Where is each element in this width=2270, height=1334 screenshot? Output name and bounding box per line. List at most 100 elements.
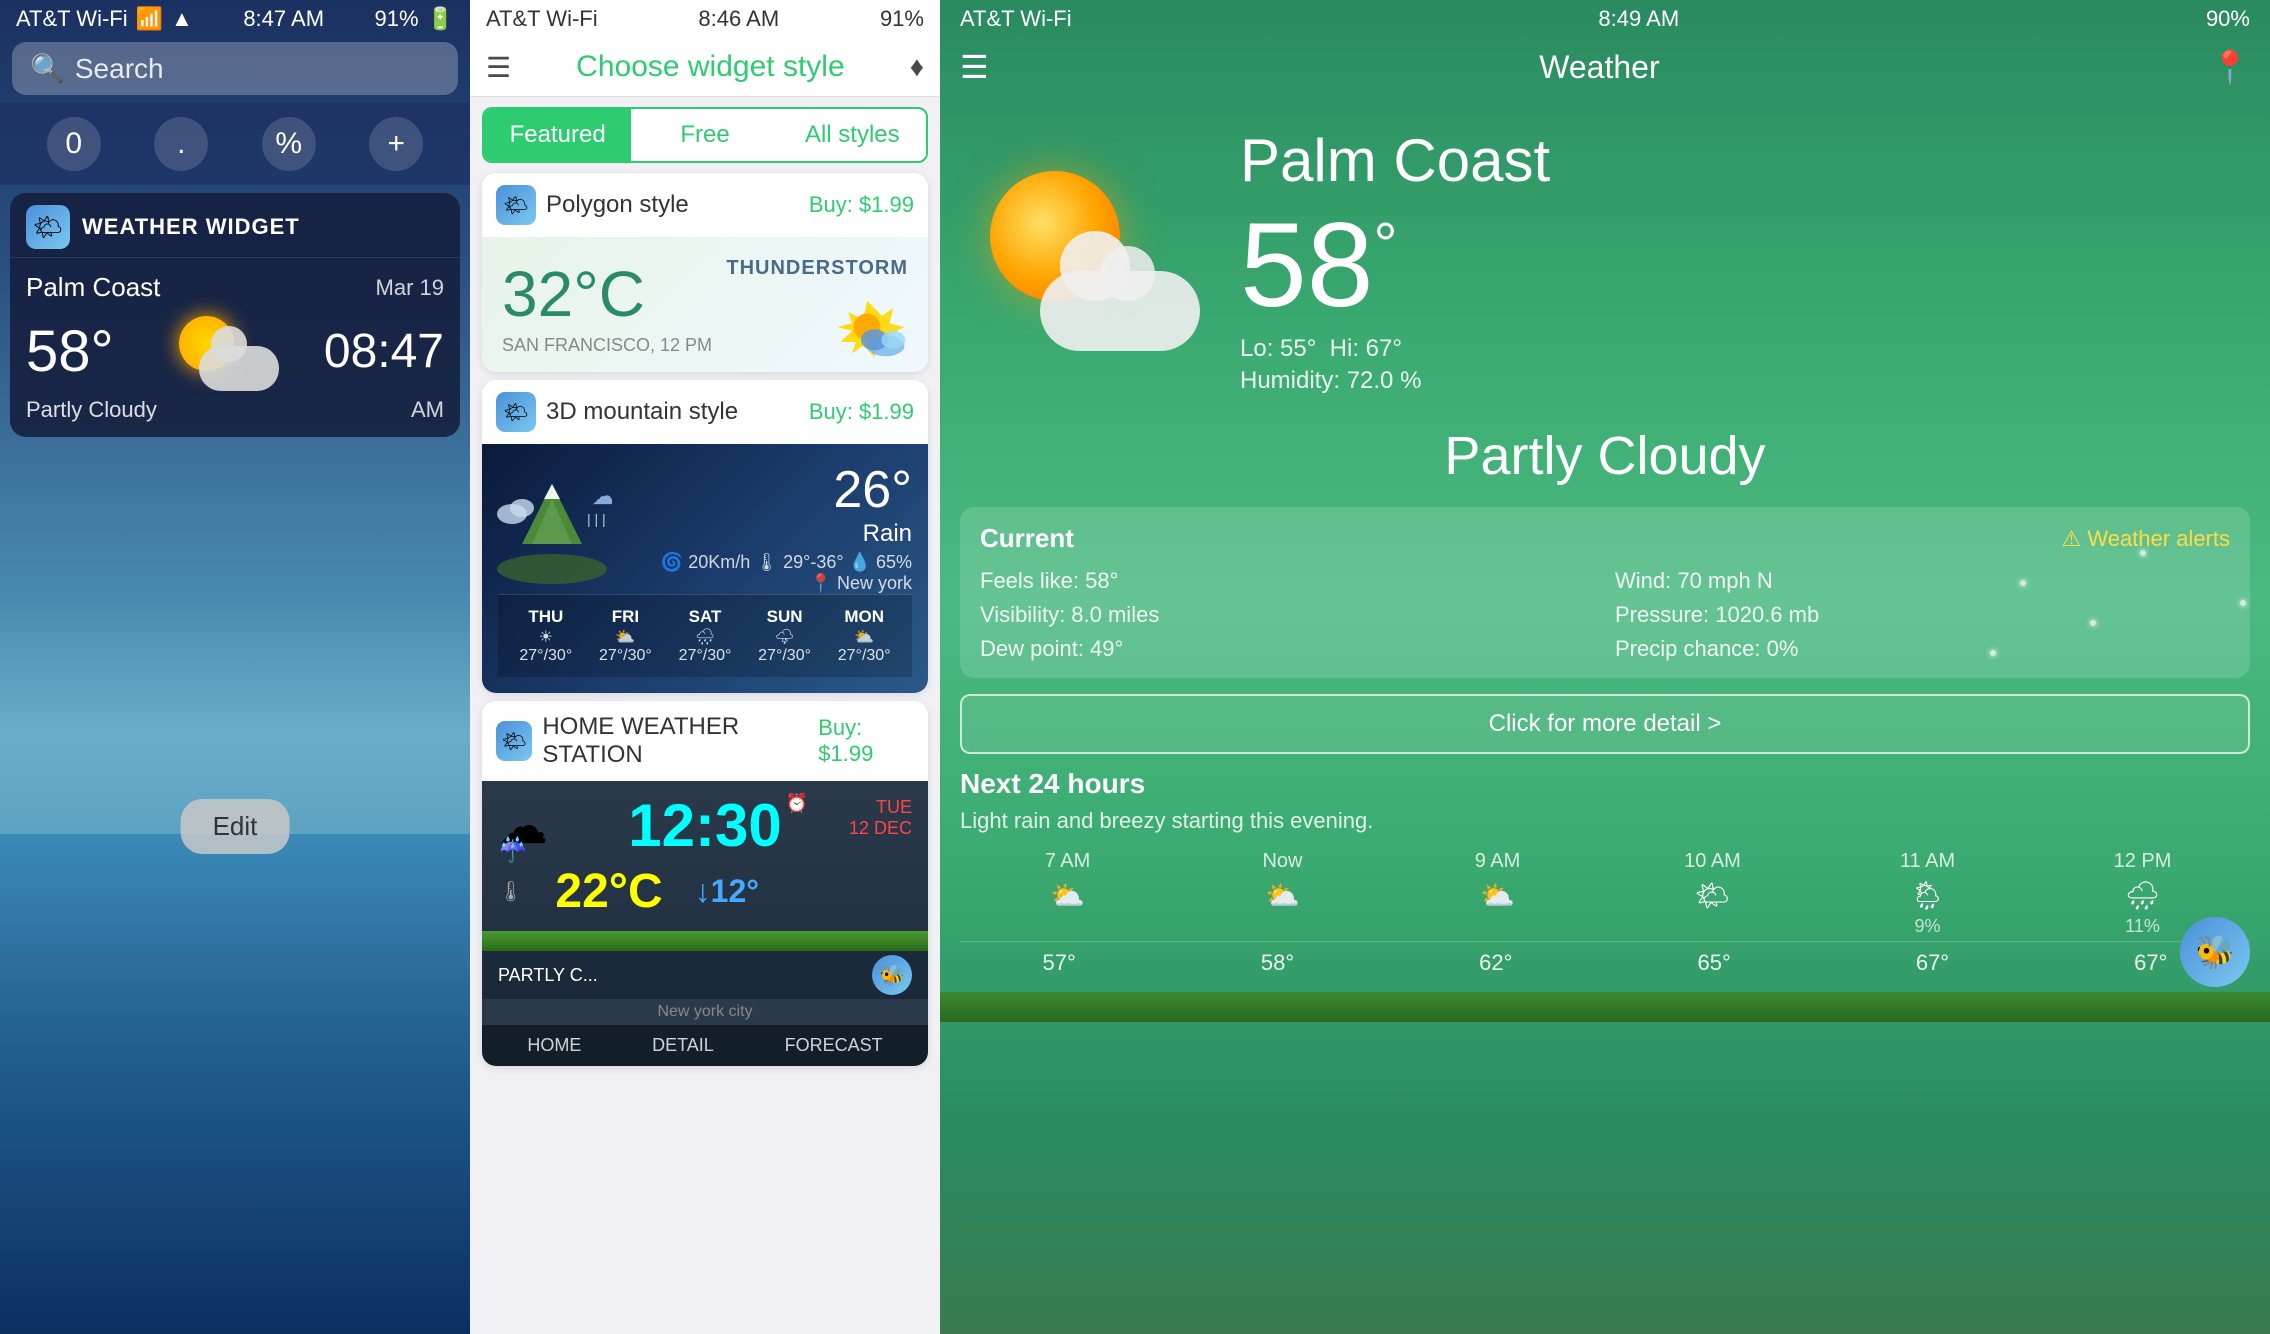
- station-nav-detail[interactable]: DETAIL: [652, 1035, 714, 1056]
- panel2-widget-chooser: AT&T Wi-Fi 8:46 AM 91% ☰ Choose widget s…: [470, 0, 940, 1334]
- calc-dot[interactable]: .: [154, 117, 208, 171]
- p3-menu-icon[interactable]: ☰: [960, 48, 989, 86]
- widget-location-row: Palm Coast Mar 19: [26, 272, 444, 303]
- diamond-icon[interactable]: ♦: [910, 51, 924, 83]
- big-cloud: [1040, 271, 1200, 351]
- p3-battery: 90%: [2206, 6, 2250, 32]
- station-nav-forecast[interactable]: FORECAST: [785, 1035, 883, 1056]
- hour-11am: 11 AM 🌦 9%: [1820, 850, 2035, 941]
- svg-text:| | |: | | |: [587, 511, 606, 527]
- mountain-header-left: 🌤 3D mountain style: [496, 392, 738, 432]
- cloud-shape: [199, 346, 279, 391]
- mountain-style-card[interactable]: 🌤 3D mountain style Buy: $1.99 ☁ | |: [482, 380, 928, 693]
- home-station-card[interactable]: 🌤 HOME WEATHER STATION Buy: $1.99 ☁ ☔ ⏰ …: [482, 701, 928, 1066]
- station-bee-icon: 🐝: [872, 955, 912, 995]
- feels-like: Feels like: 58°: [980, 568, 1595, 594]
- precip-chance: Precip chance: 0%: [1615, 636, 2230, 662]
- polygon-sun-icon: [822, 292, 912, 362]
- current-grid: Feels like: 58° Wind: 70 mph N Visibilit…: [980, 568, 2230, 662]
- current-header: Current ⚠ Weather alerts: [980, 523, 2230, 554]
- tab-all-styles[interactable]: All styles: [779, 109, 926, 161]
- polygon-condition: THUNDERSTORM: [726, 257, 908, 280]
- wind: Wind: 70 mph N: [1615, 568, 2230, 594]
- station-nav-home[interactable]: HOME: [527, 1035, 581, 1056]
- mountain-preview: ☁ | | | 26° Rain 🌀 20Km/h 🌡 29°-36° 💧 65…: [482, 444, 928, 693]
- detail-button[interactable]: Click for more detail >: [960, 694, 2250, 754]
- wifi-icon: 📶: [136, 6, 163, 32]
- p3-carrier: AT&T Wi-Fi: [960, 6, 1072, 32]
- panel3-title: Weather: [1539, 49, 1659, 86]
- degree-symbol: °: [1373, 215, 1397, 275]
- search-bar[interactable]: 🔍 Search: [12, 42, 458, 95]
- status-left: AT&T Wi-Fi 📶 ▲: [16, 6, 193, 32]
- panel3-header: ☰ Weather 📍: [940, 38, 2270, 96]
- temp-7am: 57°: [960, 950, 1158, 976]
- hour-9am: 9 AM ⛅: [1390, 850, 1605, 941]
- station-temp: 22°C: [539, 864, 678, 919]
- widget-location: Palm Coast: [26, 272, 160, 303]
- panel3-weather-app: AT&T Wi-Fi 8:49 AM 90% ☰ Weather 📍 Palm …: [940, 0, 2270, 1334]
- polygon-preview: 32°C THUNDERSTORM SAN FRANCISCO, 12 PM: [482, 237, 928, 372]
- signal-arrow: ▲: [171, 6, 193, 32]
- mountain-card-price[interactable]: Buy: $1.99: [809, 399, 914, 425]
- hourly-temps: 57° 58° 62° 65° 67° 67°: [960, 941, 2250, 984]
- dew-point: Dew point: 49°: [980, 636, 1595, 662]
- panel1-status-bar: AT&T Wi-Fi 📶 ▲ 8:47 AM 91% 🔋: [0, 0, 470, 38]
- temp-9am: 62°: [1397, 950, 1595, 976]
- tab-featured[interactable]: Featured: [484, 109, 631, 161]
- battery-icon: 🔋: [427, 6, 454, 32]
- weather-alerts-badge[interactable]: ⚠ Weather alerts: [2062, 526, 2231, 552]
- lo-hi-text: Lo: 55° Hi: 67°: [1240, 335, 2230, 363]
- polygon-card-header: 🌤 Polygon style Buy: $1.99: [482, 173, 928, 237]
- next24-description: Light rain and breezy starting this even…: [960, 808, 2250, 834]
- big-temperature: 58: [1240, 205, 1373, 325]
- big-sun-cloud-icon: [980, 171, 1200, 351]
- polygon-card-title: Polygon style: [546, 191, 689, 219]
- weather-main: Palm Coast 58 ° Lo: 55° Hi: 67° Humidity…: [940, 96, 2270, 415]
- widget-app-icon: 🌤: [26, 205, 70, 249]
- widget-header: 🌤 WEATHER WIDGET: [10, 193, 460, 258]
- polygon-style-card[interactable]: 🌤 Polygon style Buy: $1.99 32°C THUNDERS…: [482, 173, 928, 372]
- visibility: Visibility: 8.0 miles: [980, 602, 1595, 628]
- polygon-card-price[interactable]: Buy: $1.99: [809, 192, 914, 218]
- humidity-text: Humidity: 72.0 %: [1240, 367, 2230, 395]
- calc-zero[interactable]: 0: [47, 117, 101, 171]
- weather-widget: 🌤 WEATHER WIDGET Palm Coast Mar 19 58° 0…: [10, 193, 460, 437]
- home-station-header-left: 🌤 HOME WEATHER STATION: [496, 713, 818, 769]
- tab-free[interactable]: Free: [631, 109, 778, 161]
- mountain-forecast: THU ☀ 27°/30° FRI ⛅ 27°/30° SAT 🌧 27°/30…: [498, 594, 912, 677]
- station-location: New york city: [482, 999, 928, 1025]
- widget-body: Palm Coast Mar 19 58° 08:47 Partly Cloud…: [10, 258, 460, 437]
- battery-text: 91%: [375, 6, 419, 32]
- condition-text: Partly Cloudy: [940, 415, 2270, 507]
- forecast-sat: SAT 🌧 27°/30°: [679, 607, 732, 665]
- panel1-notification-center: AT&T Wi-Fi 📶 ▲ 8:47 AM 91% 🔋 🔍 Search 0 …: [0, 0, 470, 1334]
- widget-condition-row: Partly Cloudy AM: [26, 397, 444, 423]
- status-right: 91% 🔋: [375, 6, 454, 32]
- station-nav: HOME DETAIL FORECAST: [482, 1025, 928, 1066]
- status-time: 8:47 AM: [243, 6, 324, 32]
- panel2-header: ☰ Choose widget style ♦: [470, 38, 940, 97]
- panel3-status-bar: AT&T Wi-Fi 8:49 AM 90%: [940, 0, 2270, 38]
- calc-plus[interactable]: +: [369, 117, 423, 171]
- glitter-4: [1990, 650, 1996, 656]
- widget-style-tabs: Featured Free All styles: [482, 107, 928, 163]
- widget-weather-icon: [159, 311, 279, 391]
- weather-info: Palm Coast 58 ° Lo: 55° Hi: 67° Humidity…: [1240, 126, 2230, 395]
- panel2-title: Choose widget style: [576, 50, 844, 84]
- temp-10am: 65°: [1615, 950, 1813, 976]
- forecast-mon: MON ⛅ 27°/30°: [838, 607, 891, 665]
- forecast-sun: SUN 🌩 27°/30°: [758, 607, 811, 665]
- calc-percent[interactable]: %: [262, 117, 316, 171]
- next24-section: Next 24 hours Light rain and breezy star…: [960, 768, 2250, 984]
- home-station-price[interactable]: Buy: $1.99: [818, 715, 914, 767]
- widget-temperature: 58°: [26, 318, 114, 385]
- menu-icon[interactable]: ☰: [486, 51, 511, 84]
- p3-location-icon[interactable]: 📍: [2210, 48, 2250, 86]
- home-station-title: HOME WEATHER STATION: [542, 713, 818, 769]
- current-title: Current: [980, 523, 1074, 554]
- p3-time: 8:49 AM: [1598, 6, 1679, 32]
- edit-button[interactable]: Edit: [181, 799, 290, 854]
- search-icon: 🔍: [30, 52, 65, 85]
- mountain-island-art: ☁ | | |: [492, 464, 612, 584]
